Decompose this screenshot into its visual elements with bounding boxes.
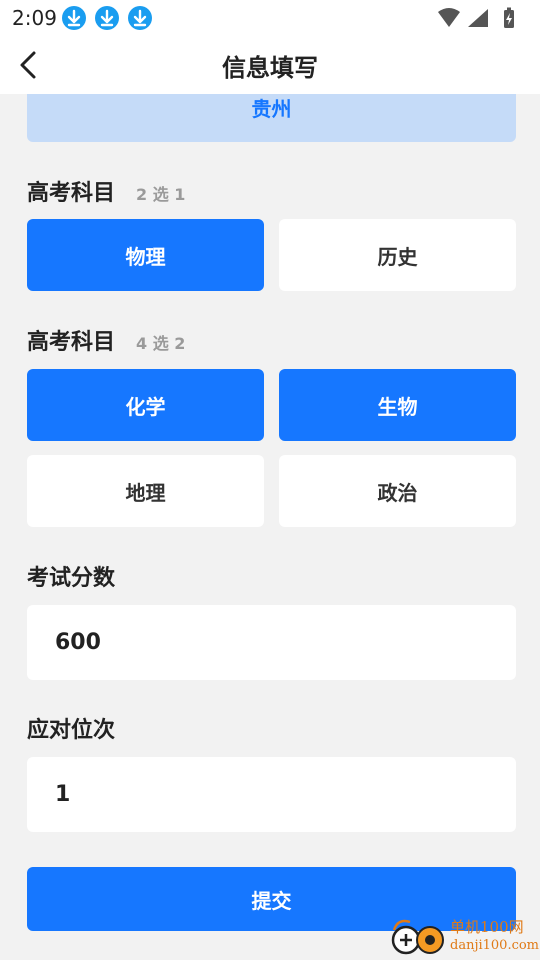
subject-history-button[interactable]: 历史 bbox=[279, 219, 516, 291]
subjects-secondary-title: 高考科目 bbox=[27, 330, 116, 355]
subject-physics-button[interactable]: 物理 bbox=[27, 219, 264, 291]
wifi-icon bbox=[438, 8, 460, 27]
download-icon bbox=[95, 6, 119, 30]
subject-chemistry-button[interactable]: 化学 bbox=[27, 369, 264, 441]
watermark: 单机100网 danji100.com bbox=[388, 916, 540, 958]
watermark-subtitle: danji100.com bbox=[450, 938, 540, 953]
subjects-primary-hint: 2 选 1 bbox=[136, 185, 186, 204]
rank-input[interactable] bbox=[27, 757, 516, 832]
subject-politics-button[interactable]: 政治 bbox=[279, 455, 516, 527]
subject-geography-button[interactable]: 地理 bbox=[27, 455, 264, 527]
status-bar: 2:09 bbox=[0, 0, 540, 36]
watermark-title: 单机100网 bbox=[450, 918, 524, 936]
subjects-primary-title: 高考科目 bbox=[27, 181, 116, 206]
download-icon bbox=[128, 6, 152, 30]
subject-biology-button[interactable]: 生物 bbox=[279, 369, 516, 441]
subjects-secondary-hint: 4 选 2 bbox=[136, 334, 186, 353]
status-time: 2:09 bbox=[12, 6, 57, 30]
rank-label: 应对位次 bbox=[27, 718, 116, 743]
status-right-icons bbox=[436, 6, 526, 30]
page-title: 信息填写 bbox=[222, 54, 318, 82]
score-label: 考试分数 bbox=[27, 566, 116, 591]
score-input[interactable] bbox=[27, 605, 516, 680]
battery-icon bbox=[504, 7, 514, 28]
watermark-logo-icon bbox=[391, 919, 444, 955]
download-icon bbox=[62, 6, 86, 30]
province-selector[interactable]: 贵州 bbox=[27, 94, 516, 142]
signal-icon bbox=[468, 9, 488, 27]
app-header: 信息填写 bbox=[0, 36, 540, 94]
